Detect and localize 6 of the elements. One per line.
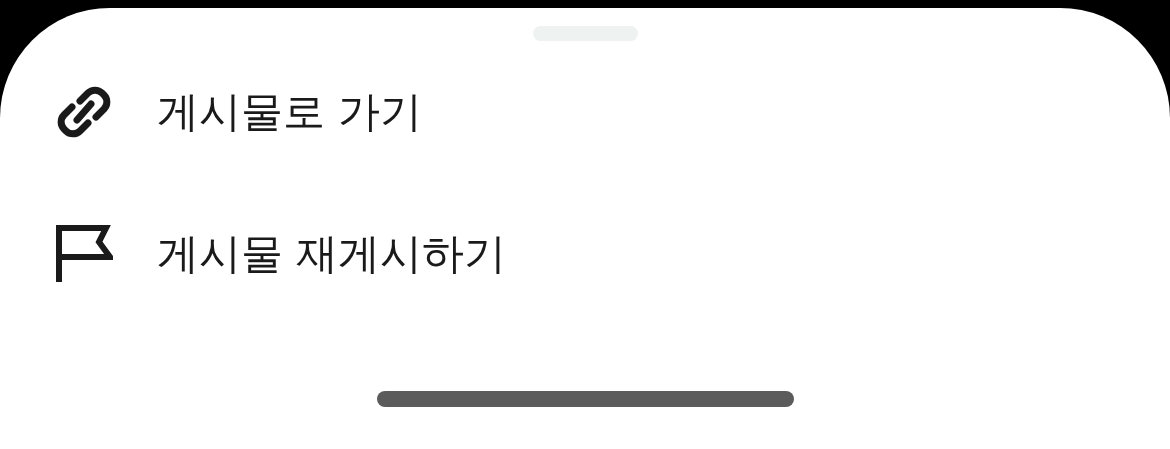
flag-icon [55,225,113,283]
menu-item[interactable]: 게시물 재게시하기 [0,183,1170,325]
menu-item-label: 게시물로 가기 [157,86,423,138]
menu-item-label: 게시물 재게시하기 [157,228,507,280]
menu-item[interactable]: 게시물로 가기 [0,41,1170,183]
link-icon [55,84,113,140]
